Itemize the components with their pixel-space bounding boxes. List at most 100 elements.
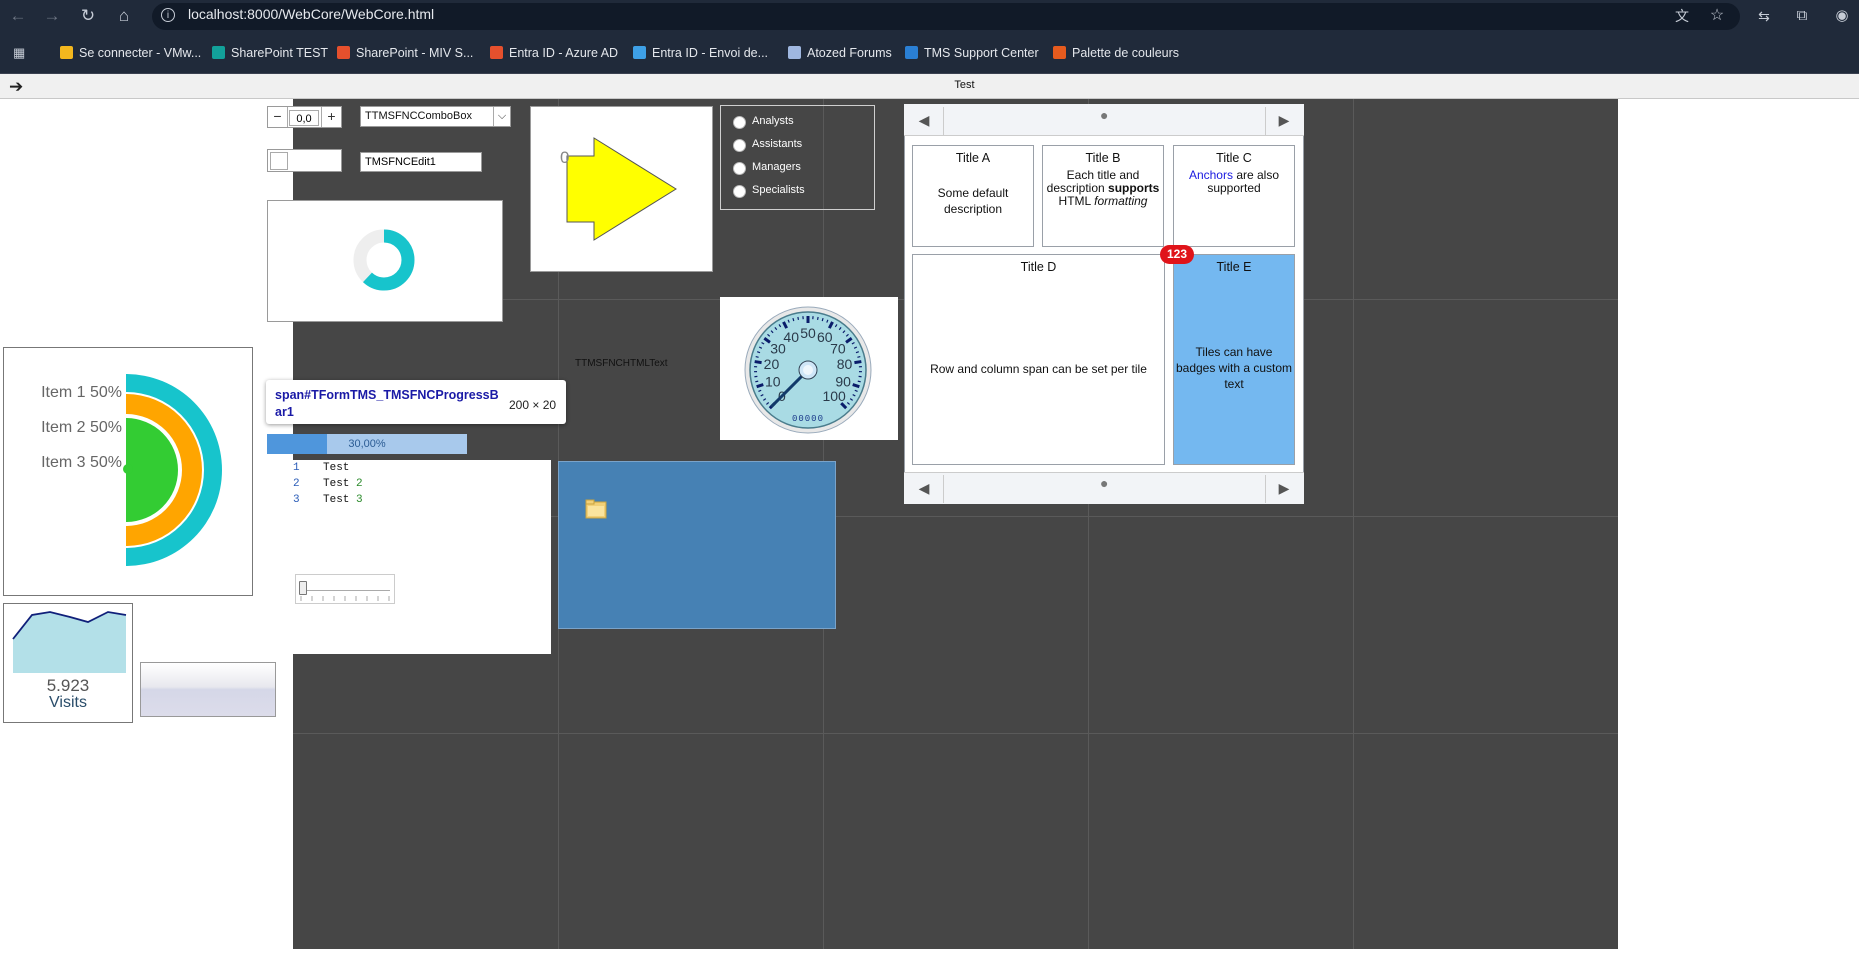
bookmark-label: Entra ID - Envoi de... (652, 46, 769, 60)
radio-button[interactable] (733, 185, 746, 198)
radio-button[interactable] (733, 116, 746, 129)
gauge-tick (821, 317, 824, 322)
memo-line: 3 Test 3 (293, 494, 363, 506)
bookmark-item[interactable]: TMS Support Center (905, 44, 1039, 62)
next-page-icon[interactable]: ▶ (1266, 106, 1302, 134)
tile-description: Anchors are also supported (1174, 169, 1294, 195)
bookmark-item[interactable]: Palette de couleurs (1053, 44, 1179, 62)
decrement-button[interactable]: − (268, 107, 288, 127)
bookmark-label: SharePoint - MIV S... (356, 46, 474, 60)
bookmark-label: Palette de couleurs (1072, 46, 1180, 60)
profile-switch-icon[interactable]: ⇆ (1752, 4, 1776, 28)
apps-grid-icon[interactable]: ▦ (13, 45, 29, 61)
gradient-button[interactable] (140, 662, 276, 717)
bookmark-item[interactable]: SharePoint TEST (212, 44, 328, 62)
tile-description: Some default description (913, 185, 1033, 217)
site-info-icon[interactable]: i (161, 8, 175, 22)
edit-field[interactable]: TMSFNCEdit1 (360, 152, 482, 172)
bookmark-item[interactable]: Entra ID - Envoi de... (633, 44, 768, 62)
bookmark-item[interactable]: Se connecter - VMw... (60, 44, 201, 62)
next-page-icon[interactable]: ▶ (1266, 474, 1302, 502)
tile-badge: 123 (1160, 245, 1194, 264)
gauge: 0102030405060708090100 00000 (744, 306, 872, 434)
trackbar-track (300, 590, 390, 591)
tile-e[interactable]: Title E Tiles can have badges with a cus… (1173, 254, 1295, 465)
circular-progress: 0% (353, 229, 415, 291)
gauge-digits: 00000 (792, 414, 824, 424)
tile-text: HTML (1058, 194, 1091, 208)
page-indicator: ● (1100, 107, 1109, 123)
progress-text: 30,00% (348, 438, 386, 450)
gauge-tick (754, 360, 762, 365)
checkbox[interactable] (270, 152, 288, 170)
gauge-tick-label: 70 (830, 340, 846, 356)
line-number-literal: 3 (356, 494, 363, 506)
grid-line (1353, 99, 1354, 949)
spin-value[interactable]: 0,0 (289, 110, 319, 126)
line-number: 3 (293, 494, 300, 506)
memo-line: 1 Test (293, 462, 349, 474)
bookmark-favicon-icon (905, 46, 918, 59)
tile-title: Title A (955, 151, 991, 165)
sparkline-area (13, 612, 126, 673)
gauge-tick (792, 317, 795, 322)
tile-text-bold: supports (1108, 181, 1160, 195)
reload-icon[interactable]: ↻ (76, 4, 100, 28)
tile-text: description (1046, 181, 1105, 195)
tile-title: Title E (1216, 260, 1252, 274)
gauge-tick-label: 20 (764, 356, 780, 372)
bookmark-item[interactable]: SharePoint - MIV S... (337, 44, 473, 62)
bookmark-item[interactable]: Atozed Forums (788, 44, 892, 62)
radial-center-dot (123, 464, 133, 474)
page-indicator: ● (1100, 475, 1109, 491)
tile-b[interactable]: Title B Each title and description suppo… (1042, 145, 1164, 247)
tile-a[interactable]: Title A Some default description (912, 145, 1034, 247)
trackbar-thumb[interactable] (299, 581, 307, 595)
home-icon[interactable]: ⌂ (112, 4, 136, 28)
prev-page-icon[interactable]: ◀ (906, 474, 942, 502)
inspector-selector: span#TFormTMS_TMSFNCProgressBar1 (275, 388, 499, 419)
gauge-tick-label: 90 (835, 373, 851, 389)
gauge-tick-label: 10 (765, 373, 781, 389)
tile-text: text (1224, 377, 1244, 391)
extensions-icon[interactable]: ⧉ (1790, 4, 1814, 28)
tile-d[interactable]: Title D Row and column span can be set p… (912, 254, 1165, 465)
arrow-polygon (566, 137, 677, 241)
tile-anchor-link[interactable]: Anchors (1189, 168, 1233, 182)
progress-label: 0% (379, 258, 389, 265)
radio-button[interactable] (733, 139, 746, 152)
trackbar-ticks (300, 596, 390, 601)
account-icon[interactable]: ◉ (1830, 4, 1854, 28)
divider (943, 107, 944, 135)
tile-text: badges with a custom (1175, 361, 1293, 375)
arrow-label: 0 (560, 148, 569, 167)
forward-icon[interactable]: → (40, 4, 64, 28)
bookmark-label: Atozed Forums (807, 46, 892, 60)
back-icon[interactable]: ← (6, 4, 30, 28)
gauge-tick (756, 383, 764, 389)
bookmark-label: Se connecter - VMw... (79, 46, 202, 60)
bookmark-favicon-icon (1053, 46, 1066, 59)
divider (943, 475, 944, 503)
radio-label: Managers (752, 161, 801, 173)
tile-text: Each title and (1066, 168, 1140, 182)
chevron-down-icon[interactable]: ⌵ (493, 107, 510, 126)
bookmark-favicon-icon (788, 46, 801, 59)
tile-c[interactable]: Title C Anchors are also supported (1173, 145, 1295, 247)
radio-button[interactable] (733, 162, 746, 175)
folder-icon[interactable] (585, 498, 607, 520)
gauge-tick (755, 355, 759, 358)
line-number: 1 (293, 462, 300, 474)
line-text: Test (323, 494, 350, 506)
tile-text: Some default (937, 186, 1009, 200)
translate-icon[interactable]: 文 (1670, 4, 1694, 28)
tile-description: Each title and description supports HTML… (1043, 169, 1163, 208)
bookmark-star-icon[interactable]: ☆ (1705, 4, 1729, 28)
bookmark-item[interactable]: Entra ID - Azure AD (490, 44, 618, 62)
gauge-tick (755, 380, 759, 383)
url-text[interactable]: localhost:8000/WebCore/WebCore.html (188, 6, 434, 22)
prev-page-icon[interactable]: ◀ (906, 106, 942, 134)
increment-button[interactable]: + (321, 107, 341, 127)
radio-label: Specialists (752, 184, 805, 196)
gauge-tick-label: 80 (837, 356, 853, 372)
